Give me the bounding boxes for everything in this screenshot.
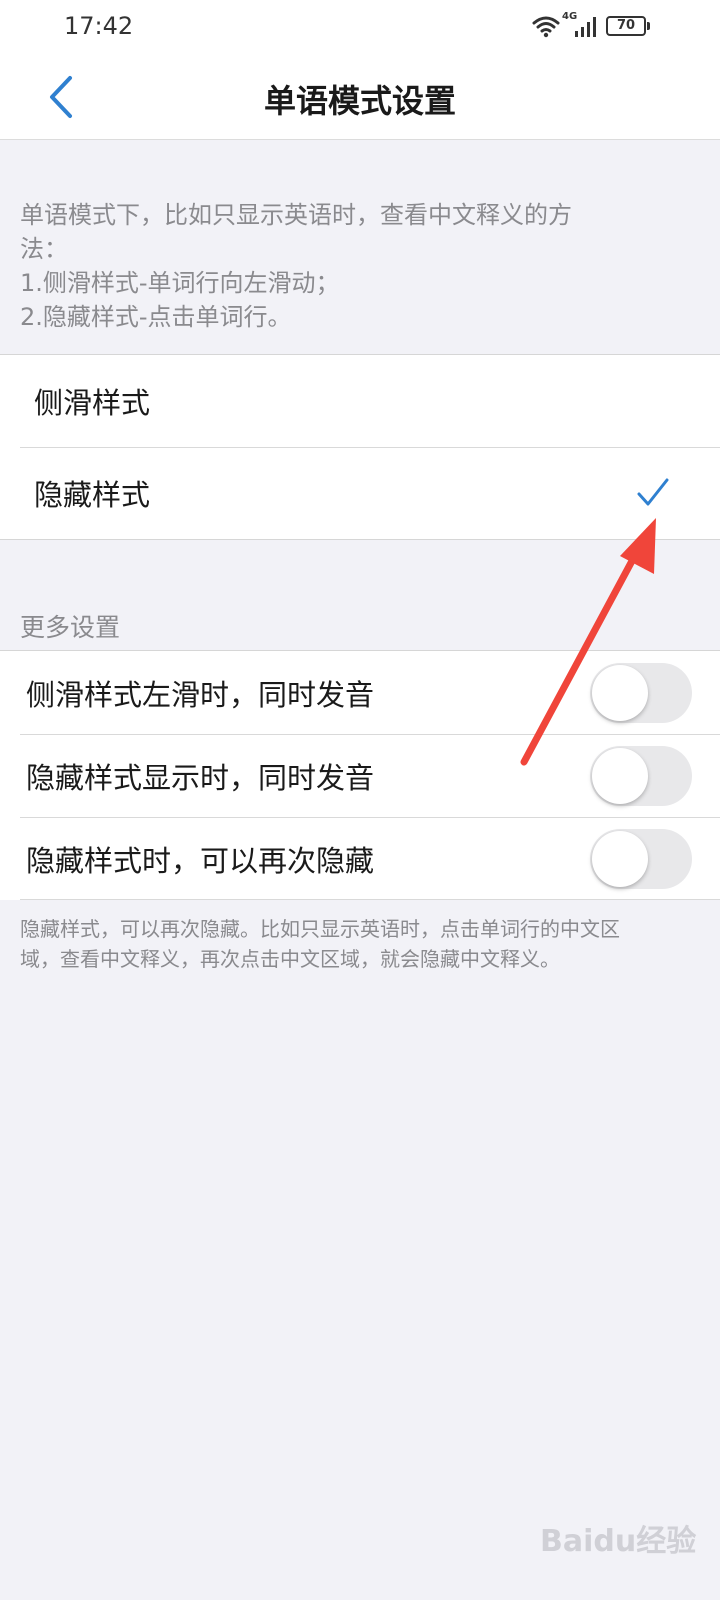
more-settings-header: 更多设置 — [20, 613, 121, 642]
toggle-knob — [592, 665, 648, 721]
toggle-knob — [592, 748, 648, 804]
status-icons: 4G 70 — [532, 11, 662, 40]
style-option-slide[interactable]: 侧滑样式 — [0, 355, 720, 447]
style-option-label: 隐藏样式 — [34, 478, 151, 512]
footnote-line: 域，查看中文释义，再次点击中文区域，就会隐藏中文释义。 — [20, 947, 560, 971]
signal-icon — [575, 17, 596, 37]
intro-line: 单语模式下，比如只显示英语时，查看中文释义的方 — [20, 201, 572, 229]
status-bar: 17:42 4G 70 — [0, 0, 720, 54]
status-time: 17:42 — [64, 12, 134, 40]
battery-icon: 70 — [606, 16, 650, 36]
setting-row-slide-sound: 侧滑样式左滑时，同时发音 — [0, 651, 720, 734]
style-option-label: 侧滑样式 — [34, 386, 151, 420]
style-option-list: 侧滑样式 隐藏样式 — [0, 354, 720, 540]
toggle-knob — [592, 831, 648, 887]
style-option-hide[interactable]: 隐藏样式 — [0, 447, 720, 539]
navigation-bar: 单语模式设置 — [0, 54, 720, 140]
intro-line: 2.隐藏样式-点击单词行。 — [20, 303, 292, 331]
slide-sound-toggle[interactable] — [590, 663, 692, 723]
watermark-logo: Baidu经验 — [540, 1524, 697, 1559]
intro-description: 单语模式下，比如只显示英语时，查看中文释义的方 法： 1.侧滑样式-单词行向左滑… — [20, 198, 690, 334]
setting-label: 隐藏样式时，可以再次隐藏 — [26, 843, 375, 878]
intro-line: 1.侧滑样式-单词行向左滑动； — [20, 269, 340, 297]
footnote-line: 隐藏样式，可以再次隐藏。比如只显示英语时，点击单词行的中文区 — [20, 917, 620, 941]
more-settings-list: 侧滑样式左滑时，同时发音 隐藏样式显示时，同时发音 隐藏样式时，可以再次隐藏 — [0, 650, 720, 900]
rehide-toggle[interactable] — [590, 829, 692, 889]
page-title: 单语模式设置 — [263, 82, 456, 120]
checkmark-icon — [637, 478, 669, 506]
setting-row-rehide: 隐藏样式时，可以再次隐藏 — [0, 817, 720, 900]
hide-sound-toggle[interactable] — [590, 746, 692, 806]
setting-label: 侧滑样式左滑时，同时发音 — [26, 677, 375, 712]
setting-label: 隐藏样式显示时，同时发音 — [26, 760, 375, 795]
setting-row-hide-sound: 隐藏样式显示时，同时发音 — [0, 734, 720, 817]
rehide-footnote: 隐藏样式，可以再次隐藏。比如只显示英语时，点击单词行的中文区 域，查看中文释义，… — [20, 914, 710, 974]
wifi-icon — [532, 16, 560, 38]
intro-line: 法： — [20, 235, 68, 263]
